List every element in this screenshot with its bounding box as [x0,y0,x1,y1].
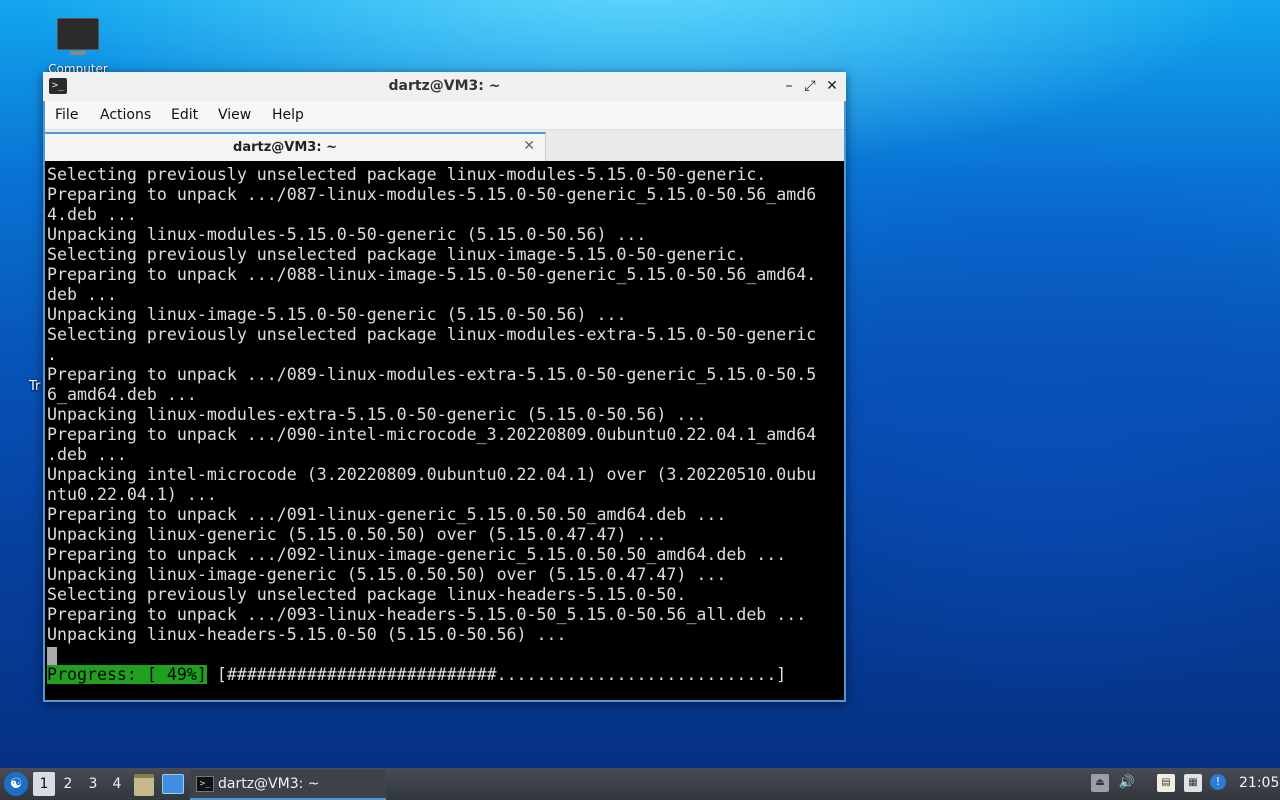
eject-icon[interactable]: ⏏ [1091,774,1109,792]
tab-title: dartz@VM3: ~ [233,140,337,155]
terminal-window: >_ dartz@VM3: ~ – ⤢ ✕ File Actions Edit … [43,72,846,702]
workspace-1[interactable]: 1 [33,772,55,796]
workspace-3[interactable]: 3 [82,772,104,796]
workspace-2[interactable]: 2 [57,772,79,796]
taskbar: ☯ 1 2 3 4 >_ dartz@VM3: ~ ⏏ 🔊 ▤ ▦ ! 21:0… [0,768,1280,800]
terminal-line: Unpacking linux-image-5.15.0-50-generic … [47,305,627,324]
terminal-line: . [47,345,57,364]
clock[interactable]: 21:05 [1239,775,1279,791]
workspace-4[interactable]: 4 [106,772,128,796]
terminal-line: Preparing to unpack .../092-linux-image-… [47,545,787,564]
terminal-cursor-row [47,645,816,665]
update-notifier-icon[interactable]: ! [1210,774,1226,790]
terminal-line: Unpacking linux-modules-extra-5.15.0-50-… [47,405,707,424]
terminal-line: Preparing to unpack .../093-linux-header… [47,605,807,624]
terminal-line: Unpacking linux-headers-5.15.0-50 (5.15.… [47,625,567,644]
file-manager-icon[interactable] [134,774,154,796]
minimize-button[interactable]: – [779,76,799,96]
terminal-line: Selecting previously unselected package … [47,585,687,604]
taskbar-task-terminal[interactable]: >_ dartz@VM3: ~ [190,770,386,800]
menu-edit[interactable]: Edit [171,107,198,123]
maximize-button[interactable]: ⤢ [800,76,820,96]
terminal-line: Preparing to unpack .../090-intel-microc… [47,425,817,444]
terminal-lines: Selecting previously unselected package … [47,165,816,685]
terminal-line: deb ... [47,285,117,304]
terminal-line: 6_amd64.deb ... [47,385,197,404]
terminal-line: Preparing to unpack .../088-linux-image-… [47,265,817,284]
menu-view[interactable]: View [218,107,251,123]
terminal-line: Unpacking linux-modules-5.15.0-50-generi… [47,225,647,244]
network-icon[interactable]: ▦ [1184,774,1202,792]
progress-bar: [###########################............… [206,665,787,684]
terminal-line: Unpacking linux-image-generic (5.15.0.50… [47,565,727,584]
tab-bar: dartz@VM3: ~ ✕ [45,130,844,162]
terminal-line: 4.deb ... [47,205,137,224]
terminal-line: Selecting previously unselected package … [47,325,817,344]
progress-row: Progress: [ 49%] [######################… [47,665,816,685]
terminal-task-icon: >_ [196,776,214,792]
progress-label: Progress: [ 49%] [47,665,207,684]
terminal-line: Preparing to unpack .../087-linux-module… [47,185,817,204]
terminal-line: Selecting previously unselected package … [47,245,747,264]
terminal-line: Preparing to unpack .../089-linux-module… [47,365,817,384]
show-desktop-icon[interactable] [162,774,184,794]
window-title: dartz@VM3: ~ [388,78,501,94]
tab-terminal[interactable]: dartz@VM3: ~ ✕ [45,132,546,162]
terminal-line: Unpacking linux-generic (5.15.0.50.50) o… [47,525,667,544]
terminal-line: Selecting previously unselected package … [47,165,767,184]
desktop-icon-trash-label[interactable]: Tr [29,379,40,394]
terminal-line: Preparing to unpack .../091-linux-generi… [47,505,727,524]
volume-icon[interactable]: 🔊 [1118,774,1136,792]
clipboard-icon[interactable]: ▤ [1157,774,1175,792]
menu-file[interactable]: File [55,107,78,123]
terminal-line: ntu0.22.04.1) ... [47,485,217,504]
terminal-line: .deb ... [47,445,127,464]
computer-icon [57,18,99,55]
terminal-line: Unpacking intel-microcode (3.20220809.0u… [47,465,817,484]
start-menu-icon[interactable]: ☯ [4,772,28,796]
window-titlebar[interactable]: >_ dartz@VM3: ~ – ⤢ ✕ [43,72,846,101]
terminal-output[interactable]: Selecting previously unselected package … [45,161,844,700]
menu-actions[interactable]: Actions [100,107,151,123]
close-button[interactable]: ✕ [822,76,842,96]
terminal-cursor [47,647,57,665]
menu-help[interactable]: Help [272,107,304,123]
menu-bar: File Actions Edit View Help [45,101,844,130]
desktop-icon-computer[interactable]: Computer [42,16,114,76]
tab-close-icon[interactable]: ✕ [523,138,535,154]
taskbar-task-label: dartz@VM3: ~ [218,776,320,792]
